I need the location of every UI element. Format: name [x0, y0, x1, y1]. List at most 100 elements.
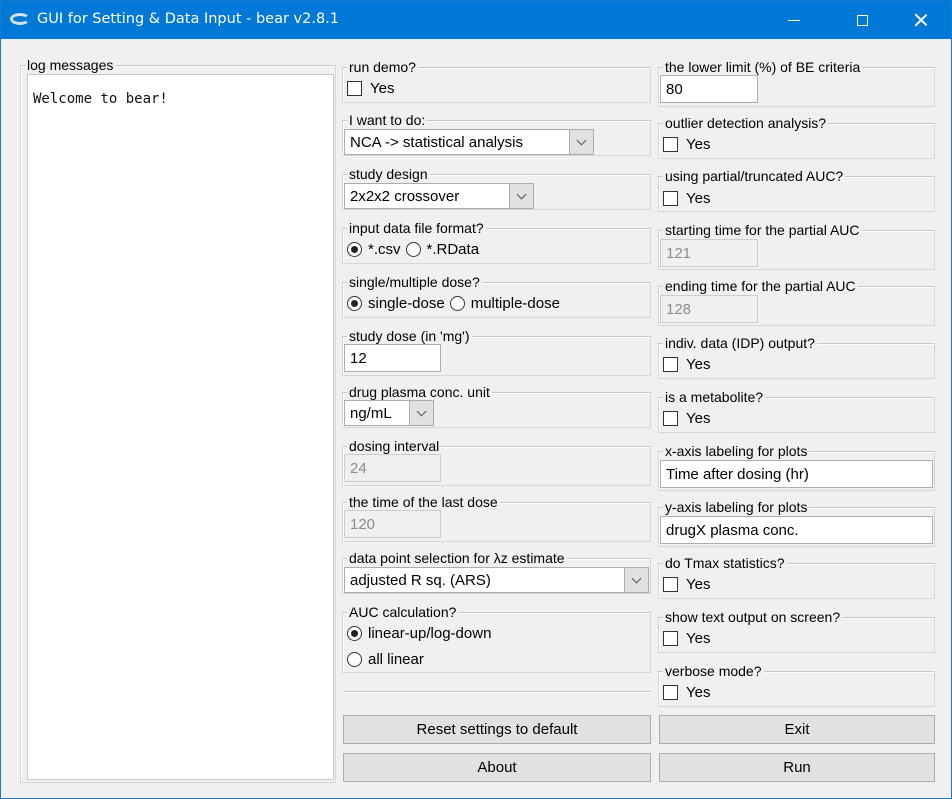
conc-unit-label: drug plasma conc. unit — [342, 383, 492, 401]
radio-all-linear-label: all linear — [368, 651, 424, 668]
checkbox-box[interactable] — [663, 411, 678, 426]
run-demo-label: run demo? — [342, 58, 418, 76]
last-dose-time-label: the time of the last dose — [342, 493, 500, 511]
checkbox-box[interactable] — [663, 631, 678, 646]
dropdown-value: 2x2x2 crossover — [350, 188, 460, 205]
outlier-checkbox[interactable]: Yes — [663, 136, 710, 153]
maximize-icon — [856, 14, 868, 26]
dosing-interval-label: dosing interval — [341, 437, 442, 455]
radio-multiple-dose[interactable] — [449, 296, 465, 311]
dropdown-arrow[interactable] — [409, 401, 433, 425]
radio-csv-label: *.csv — [368, 241, 401, 258]
minimize-button[interactable] — [771, 1, 817, 39]
be-lower-limit-input[interactable]: 80 — [660, 75, 758, 103]
radio-single-dose-label: single-dose — [368, 295, 445, 312]
partial-auc-label: using partial/truncated AUC? — [657, 167, 846, 185]
text-output-checkbox[interactable]: Yes — [663, 630, 710, 647]
close-button[interactable] — [898, 1, 944, 39]
close-icon — [914, 13, 928, 27]
radio-linear-up-log-down-label: linear-up/log-down — [368, 625, 492, 642]
radio-all-linear[interactable] — [347, 652, 362, 667]
input-format-label: input data file format? — [342, 219, 486, 237]
dropdown-arrow[interactable] — [569, 130, 593, 154]
input-format-radio-group: *.csv *.RData — [347, 241, 484, 258]
checkbox-label: Yes — [686, 630, 711, 647]
checkbox-label: Yes — [370, 80, 395, 97]
divider — [344, 691, 651, 693]
checkbox-box[interactable] — [663, 357, 678, 372]
chevron-down-icon — [516, 189, 527, 199]
about-button[interactable]: About — [343, 753, 651, 782]
partial-start-label: starting time for the partial AUC — [658, 221, 862, 239]
partial-start-input[interactable]: 121 — [660, 239, 758, 267]
log-messages-label: log messages — [19, 56, 116, 74]
verbose-checkbox[interactable]: Yes — [663, 684, 710, 701]
partial-end-label: ending time for the partial AUC — [658, 277, 858, 295]
i-want-to-do-dropdown[interactable]: NCA -> statistical analysis — [344, 129, 594, 155]
radio-csv[interactable] — [347, 242, 362, 257]
checkbox-box[interactable] — [347, 81, 362, 96]
dropdown-arrow[interactable] — [624, 568, 648, 592]
title-bar[interactable]: GUI for Setting & Data Input - bear v2.8… — [1, 1, 951, 39]
minimize-icon — [788, 19, 800, 21]
radio-single-dose[interactable] — [347, 296, 362, 311]
i-want-to-do-label: I want to do: — [341, 111, 428, 129]
auc-calc-option-all-linear[interactable]: all linear — [347, 651, 429, 668]
checkbox-box[interactable] — [663, 685, 678, 700]
tmax-stats-label: do Tmax statistics? — [658, 554, 787, 572]
maximize-button[interactable] — [839, 1, 885, 39]
radio-linear-up-log-down[interactable] — [347, 626, 362, 641]
verbose-label: verbose mode? — [658, 662, 764, 680]
be-lower-limit-label: the lower limit (%) of BE criteria — [657, 58, 863, 76]
checkbox-label: Yes — [686, 356, 711, 373]
run-demo-checkbox[interactable]: Yes — [347, 80, 394, 97]
exit-button[interactable]: Exit — [659, 715, 935, 744]
radio-rdata-label: *.RData — [426, 241, 480, 258]
checkbox-box[interactable] — [663, 137, 678, 152]
study-dose-input[interactable]: 12 — [344, 344, 441, 372]
partial-end-input[interactable]: 128 — [660, 295, 758, 323]
dropdown-value: ng/mL — [350, 405, 392, 422]
checkbox-label: Yes — [686, 410, 711, 427]
metabolite-checkbox[interactable]: Yes — [663, 410, 710, 427]
y-axis-label-input[interactable]: drugX plasma conc. — [660, 516, 933, 544]
lambda-z-dropdown[interactable]: adjusted R sq. (ARS) — [344, 567, 649, 593]
x-label-label: x-axis labeling for plots — [657, 442, 810, 460]
tmax-stats-checkbox[interactable]: Yes — [663, 576, 710, 593]
checkbox-label: Yes — [686, 576, 711, 593]
auc-calc-option-linear-log[interactable]: linear-up/log-down — [347, 625, 496, 642]
dose-type-label: single/multiple dose? — [342, 273, 482, 291]
conc-unit-dropdown[interactable]: ng/mL — [344, 400, 434, 426]
x-axis-label-input[interactable]: Time after dosing (hr) — [660, 460, 933, 488]
checkbox-box[interactable] — [663, 191, 678, 206]
dosing-interval-input[interactable]: 24 — [344, 454, 441, 482]
checkbox-label: Yes — [686, 190, 711, 207]
auc-calc-label: AUC calculation? — [341, 603, 459, 621]
outlier-label: outlier detection analysis? — [657, 114, 829, 132]
checkbox-label: Yes — [686, 136, 711, 153]
study-design-dropdown[interactable]: 2x2x2 crossover — [344, 183, 534, 209]
last-dose-time-input[interactable]: 120 — [344, 510, 441, 538]
log-messages-textarea[interactable] — [27, 74, 334, 780]
checkbox-box[interactable] — [663, 577, 678, 592]
partial-auc-checkbox[interactable]: Yes — [663, 190, 710, 207]
study-dose-label: study dose (in 'mg') — [342, 327, 472, 345]
chevron-down-icon — [631, 573, 642, 583]
radio-multiple-dose-label: multiple-dose — [470, 295, 560, 312]
chevron-down-icon — [576, 135, 587, 145]
reset-settings-button[interactable]: Reset settings to default — [343, 715, 651, 744]
run-button[interactable]: Run — [659, 753, 935, 782]
log-message-line: Welcome to bear! — [33, 91, 168, 107]
idp-output-label: indiv. data (IDP) output? — [658, 334, 817, 352]
dropdown-arrow[interactable] — [509, 184, 533, 208]
text-output-label: show text output on screen? — [657, 608, 843, 626]
lambda-z-label: data point selection for λz estimate — [342, 549, 567, 567]
dropdown-value: adjusted R sq. (ARS) — [350, 572, 491, 589]
idp-output-checkbox[interactable]: Yes — [663, 356, 710, 373]
chevron-down-icon — [416, 406, 427, 416]
dose-type-radio-group: single-dose multiple-dose — [347, 295, 565, 312]
radio-rdata[interactable] — [405, 242, 421, 257]
study-design-label: study design — [342, 165, 430, 183]
dropdown-value: NCA -> statistical analysis — [350, 134, 523, 151]
app-logo-icon — [10, 13, 30, 25]
